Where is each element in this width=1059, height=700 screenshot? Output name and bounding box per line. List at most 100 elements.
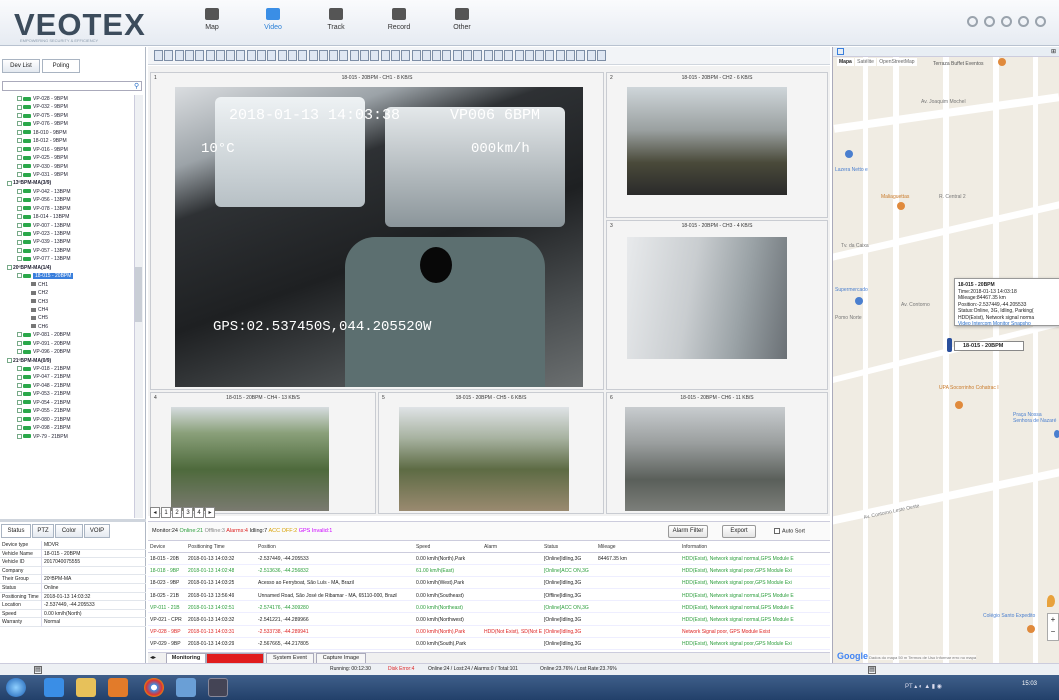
layout-toolbar-button[interactable] [483, 50, 493, 61]
checkbox-icon[interactable] [17, 349, 22, 355]
device-tree-item[interactable]: VP-016 - 9BPM [3, 146, 134, 154]
video-feed-ch5[interactable] [399, 407, 569, 511]
layout-toolbar-button[interactable] [215, 50, 225, 61]
checkbox-icon[interactable] [17, 138, 22, 144]
layout-toolbar-button[interactable] [524, 50, 534, 61]
video-feed-ch1[interactable]: 2018-01-13 14:03:38 VP006 6BPM 10°C 000k… [175, 87, 583, 387]
settings-icon[interactable] [984, 16, 995, 27]
acc-off-count[interactable]: ACC OFF:2 [268, 528, 297, 534]
device-tree-item[interactable]: CH3 [3, 298, 134, 306]
map-attribution[interactable]: Dados do mapa 50 m Termos de Uso Informa… [869, 655, 977, 660]
device-tree-item[interactable]: 21ºBPM-MA(0/9) [3, 357, 134, 365]
video-cell-5[interactable]: 5 18-015 - 20BPM - CH5 - 6 KB/S [378, 392, 604, 514]
layout-toolbar-button[interactable] [308, 50, 318, 61]
maximize-icon[interactable] [1018, 16, 1029, 27]
video-cell-6[interactable]: 6 18-015 - 20BPM - CH6 - 11 KB/S [606, 392, 828, 514]
checkbox-icon[interactable] [17, 129, 22, 135]
tab-poling[interactable]: Poling [42, 59, 80, 73]
page-button[interactable]: 1 [161, 507, 171, 518]
device-tree-item[interactable]: VP-028 - 9BPM [3, 95, 134, 103]
checkbox-icon[interactable] [17, 155, 22, 161]
table-row[interactable]: VP-021 - CPR 2018-01-13 14:03:32 -2.541221… [148, 615, 830, 626]
checkbox-icon[interactable] [17, 391, 22, 397]
vehicle-marker-label[interactable]: 18-015 - 20BPM [954, 341, 1024, 351]
layout-toolbar-button[interactable] [287, 50, 297, 61]
checkbox-icon[interactable] [17, 172, 22, 178]
tray-icons[interactable]: PT ▴ ◐ ▲ ▮ ◉ [905, 683, 942, 690]
layout-toolbar-button[interactable] [380, 50, 390, 61]
checkbox-icon[interactable] [17, 188, 22, 194]
checkbox-icon[interactable] [17, 239, 22, 245]
popup-links[interactable]: Video Intercom Monitor Snapsho [958, 321, 1056, 328]
checkbox-icon[interactable] [17, 416, 22, 422]
device-tree-item[interactable]: VP-79 - 21BPM [3, 433, 134, 441]
checkbox-icon[interactable] [17, 383, 22, 389]
device-tree-item[interactable]: VP-076 - 9BPM [3, 120, 134, 128]
video-feed-ch3[interactable] [627, 237, 787, 359]
map-poi-icon[interactable] [1054, 430, 1059, 438]
next-page-button[interactable]: ▸ [205, 507, 215, 518]
vehicle-marker-icon[interactable] [947, 338, 952, 352]
panel-toggle-icon[interactable]: ▤ [34, 666, 42, 674]
layout-toolbar-button[interactable] [493, 50, 503, 61]
layout-toolbar-button[interactable] [195, 50, 205, 61]
video-feed-ch4[interactable] [171, 407, 329, 511]
device-tree-item[interactable]: VP-048 - 21BPM [3, 382, 134, 390]
close-icon[interactable] [1035, 16, 1046, 27]
map-type-map[interactable]: Mapa [837, 58, 854, 66]
device-tree-item[interactable]: CH2 [3, 289, 134, 297]
page-button[interactable]: 3 [183, 507, 193, 518]
layout-toolbar-button[interactable] [442, 50, 452, 61]
checkbox-icon[interactable] [17, 121, 22, 127]
device-tree-item[interactable]: VP-096 - 20BPM [3, 348, 134, 356]
layout-toolbar-button[interactable] [226, 50, 236, 61]
checkbox-icon[interactable] [17, 340, 22, 346]
checkbox-icon[interactable] [17, 214, 22, 220]
device-tree-item[interactable]: VP-091 - 20BPM [3, 340, 134, 348]
search-icon[interactable]: ⚲ [134, 82, 139, 90]
ie-icon[interactable] [44, 678, 64, 697]
map-type-satellite[interactable]: Satélite [855, 58, 876, 66]
device-tree-item[interactable]: 18-012 - 9BPM [3, 137, 134, 145]
page-button[interactable]: 2 [172, 507, 182, 518]
checkbox-icon[interactable] [17, 399, 22, 405]
layout-toolbar-button[interactable] [411, 50, 421, 61]
layout-toolbar-button[interactable] [473, 50, 483, 61]
chrome-icon[interactable] [144, 678, 164, 697]
device-tree-item[interactable]: VP-057 - 13BPM [3, 247, 134, 255]
layout-toolbar-button[interactable] [432, 50, 442, 61]
checkbox-icon[interactable] [17, 256, 22, 262]
table-row[interactable]: VP-011 - 21B 2018-01-13 14:02:51 -2.574176… [148, 603, 830, 614]
device-tree-item[interactable]: 13ºBPM-MA(3/9) [3, 179, 134, 187]
layout-toolbar-button[interactable] [246, 50, 256, 61]
table-row[interactable]: 18-023 - 9BP 2018-01-13 14:03:25 Acesso ao… [148, 578, 830, 589]
checkbox-icon[interactable] [17, 231, 22, 237]
tab-scroll-arrows[interactable]: ◂▸ [150, 654, 156, 661]
disk-error[interactable]: Disk Error:4 [388, 664, 414, 675]
checkbox-icon[interactable] [17, 433, 22, 439]
pegman-icon[interactable] [1047, 595, 1055, 607]
device-tree-item[interactable]: VP-030 - 9BPM [3, 163, 134, 171]
page-button[interactable]: 4 [194, 507, 204, 518]
tab-voip[interactable]: VOIP [84, 524, 110, 538]
map-type-osm[interactable]: OpenStreetMap [877, 58, 917, 66]
layout-toolbar-button[interactable] [329, 50, 339, 61]
minimize-icon[interactable] [1001, 16, 1012, 27]
checkbox-icon[interactable] [17, 146, 22, 152]
panel-toggle-icon[interactable]: ▤ [868, 666, 876, 674]
layout-toolbar-button[interactable] [205, 50, 215, 61]
device-tree-item[interactable]: VP-098 - 21BPM [3, 424, 134, 432]
layout-toolbar-button[interactable] [586, 50, 596, 61]
device-tree-item[interactable]: CH1 [3, 281, 134, 289]
nav-video[interactable]: Video [251, 8, 295, 42]
nav-track[interactable]: Track [314, 8, 358, 42]
checkbox-icon[interactable] [17, 408, 22, 414]
layout-toolbar-button[interactable] [349, 50, 359, 61]
checkbox-icon[interactable] [17, 104, 22, 110]
device-tree-item[interactable]: 18-010 - 9BPM [3, 129, 134, 137]
device-tree-item[interactable]: VP-056 - 13BPM [3, 196, 134, 204]
tab-status[interactable]: Status [1, 524, 31, 538]
device-tree-item[interactable]: VP-032 - 9BPM [3, 103, 134, 111]
layout-toolbar-button[interactable] [504, 50, 514, 61]
checkbox-icon[interactable] [17, 163, 22, 169]
